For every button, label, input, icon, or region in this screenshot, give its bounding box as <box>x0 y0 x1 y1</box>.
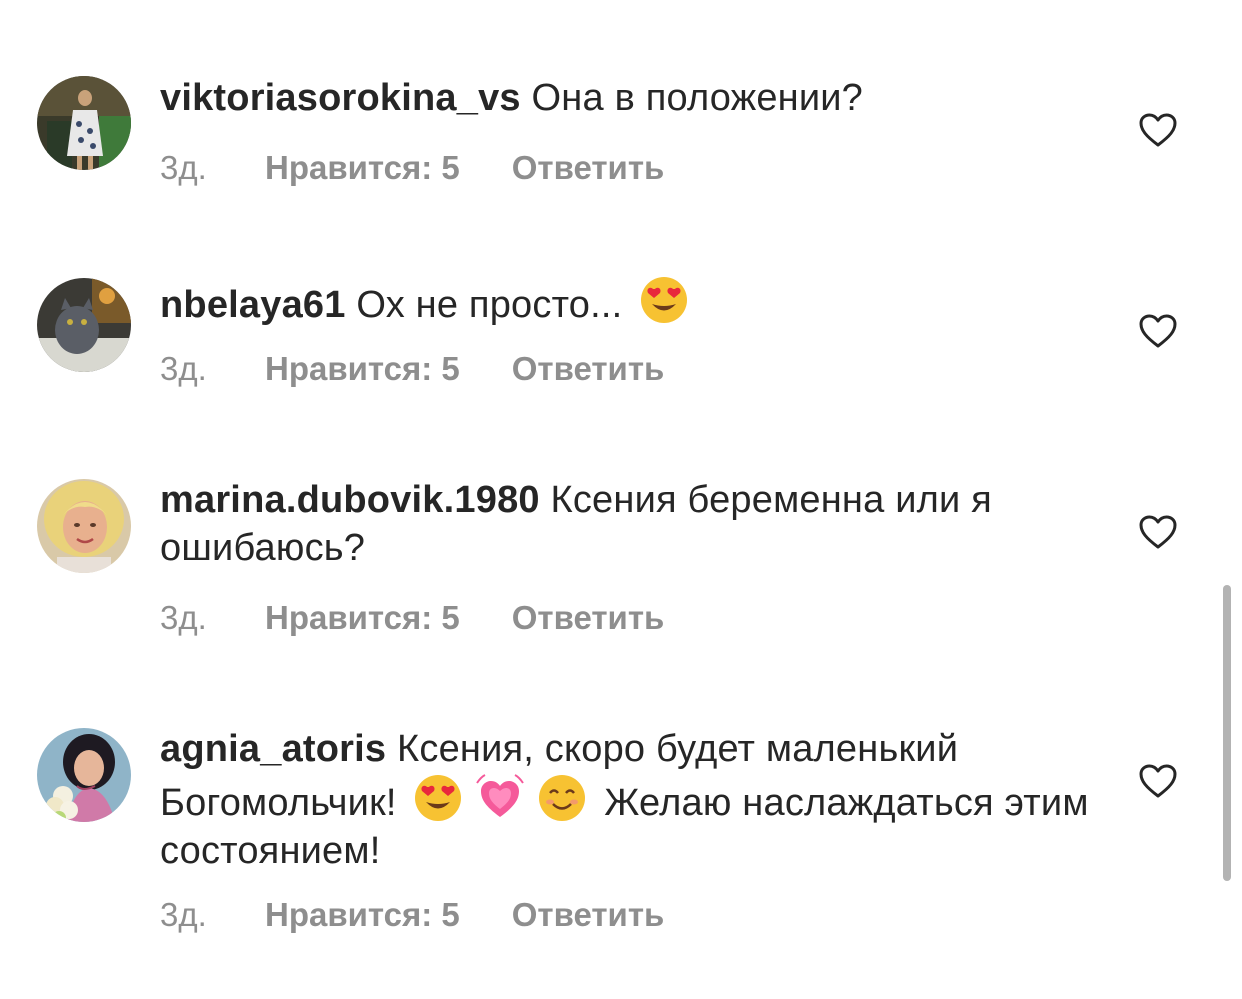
avatar[interactable] <box>37 728 131 822</box>
comment-text: marina.dubovik.1980 Ксения беременна или… <box>160 476 1090 572</box>
likes-count[interactable]: Нравится: 5 <box>265 895 460 935</box>
likes-count[interactable]: Нравится: 5 <box>265 598 460 638</box>
like-heart-icon[interactable] <box>1138 514 1178 550</box>
heart-eyes-emoji <box>415 775 462 821</box>
reply-button[interactable]: Ответить <box>512 598 665 638</box>
comment-body: Ох не просто... <box>356 284 623 326</box>
comment-meta: 3д. Нравится: 5 Ответить <box>160 148 664 188</box>
comment-meta: 3д. Нравится: 5 Ответить <box>160 598 664 638</box>
heart-eyes-emoji <box>641 277 688 323</box>
comment-time: 3д. <box>160 350 207 387</box>
comment-text: agnia_atoris Ксения, скоро будет маленьк… <box>160 725 1090 875</box>
reply-button[interactable]: Ответить <box>512 148 665 188</box>
smiling-face-emoji <box>539 775 586 821</box>
like-heart-icon[interactable] <box>1138 313 1178 349</box>
reply-button[interactable]: Ответить <box>512 349 665 389</box>
comment-username[interactable]: viktoriasorokina_vs <box>160 77 521 119</box>
comment-username[interactable]: marina.dubovik.1980 <box>160 479 540 521</box>
avatar[interactable] <box>37 479 131 573</box>
scrollbar[interactable] <box>1223 585 1231 881</box>
comments-screen: viktoriasorokina_vs Она в положении? 3д.… <box>0 0 1242 999</box>
growing-heart-emoji <box>476 774 525 817</box>
comment-body: Она в положении? <box>531 77 864 119</box>
comment-username[interactable]: agnia_atoris <box>160 728 386 770</box>
comment-time: 3д. <box>160 599 207 636</box>
like-heart-icon[interactable] <box>1138 763 1178 799</box>
avatar[interactable] <box>37 278 131 372</box>
comment-meta: 3д. Нравится: 5 Ответить <box>160 895 664 935</box>
likes-count[interactable]: Нравится: 5 <box>265 148 460 188</box>
reply-button[interactable]: Ответить <box>512 895 665 935</box>
like-heart-icon[interactable] <box>1138 112 1178 148</box>
comment-text: viktoriasorokina_vs Она в положении? <box>160 74 1090 122</box>
likes-count[interactable]: Нравится: 5 <box>265 349 460 389</box>
comment-username[interactable]: nbelaya61 <box>160 284 346 326</box>
comment-meta: 3д. Нравится: 5 Ответить <box>160 349 664 389</box>
comment-text: nbelaya61 Ох не просто... <box>160 275 1090 329</box>
comment-time: 3д. <box>160 896 207 933</box>
comment-time: 3д. <box>160 149 207 186</box>
avatar[interactable] <box>37 76 131 170</box>
